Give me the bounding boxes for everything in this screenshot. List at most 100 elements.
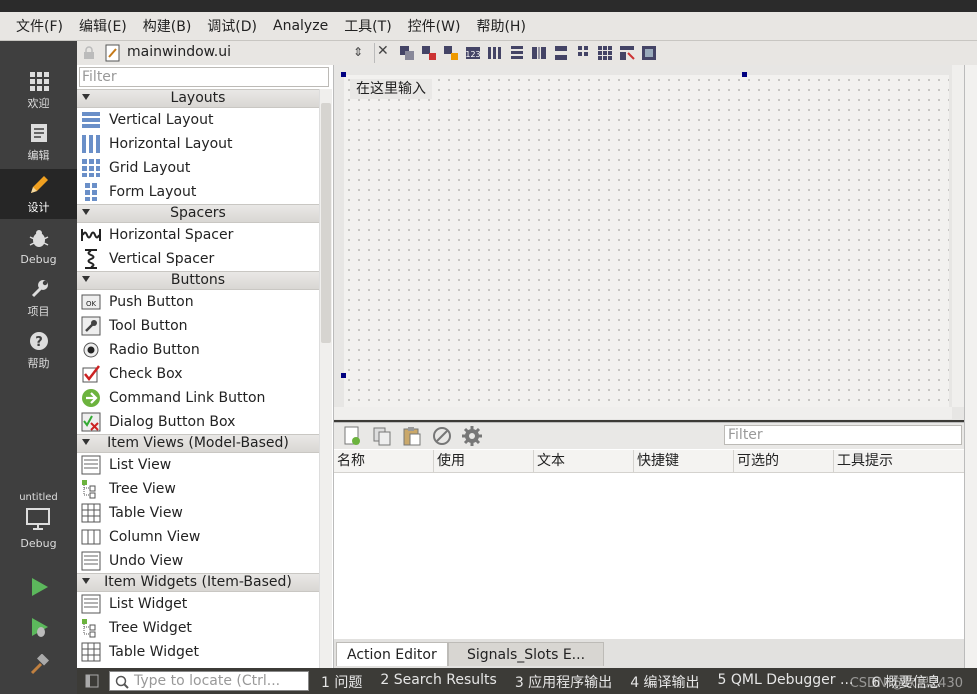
menu-widgets[interactable]: 控件(W) xyxy=(400,16,469,36)
mode-help[interactable]: ? 帮助 xyxy=(0,325,77,375)
widget-check-box[interactable]: Check Box xyxy=(77,362,319,386)
toolbar-separator xyxy=(374,43,375,63)
menu-tools[interactable]: 工具(T) xyxy=(336,16,399,36)
resize-handle[interactable] xyxy=(341,373,346,378)
settings-gear-icon[interactable] xyxy=(462,426,482,446)
widget-list-widget[interactable]: List Widget xyxy=(77,592,319,616)
file-title[interactable]: mainwindow.ui xyxy=(127,44,231,60)
delete-icon[interactable] xyxy=(432,426,452,446)
column-header[interactable]: 文本 xyxy=(534,450,634,472)
widget-vertical-layout[interactable]: Vertical Layout xyxy=(77,108,319,132)
edit-signals-slots-icon[interactable] xyxy=(421,45,437,61)
action-filter-input[interactable]: Filter xyxy=(724,425,962,445)
menu-help[interactable]: 帮助(H) xyxy=(468,16,533,36)
menu-debug[interactable]: 调试(D) xyxy=(199,16,265,36)
widget-horizontal-spacer[interactable]: Horizontal Spacer xyxy=(77,223,319,247)
menu-file[interactable]: 文件(F) xyxy=(0,16,71,36)
mode-projects[interactable]: 项目 xyxy=(0,273,77,323)
paste-icon[interactable] xyxy=(402,426,422,446)
menu-build[interactable]: 构建(B) xyxy=(135,16,200,36)
editor-file-bar: mainwindow.ui ⇕ ✕ 123 xyxy=(77,41,977,66)
widget-horizontal-layout[interactable]: Horizontal Layout xyxy=(77,132,319,156)
mode-design[interactable]: 设计 xyxy=(0,169,77,219)
widget-table-view[interactable]: Table View xyxy=(77,501,319,525)
help-icon: ? xyxy=(29,329,49,353)
mode-welcome[interactable]: 欢迎 xyxy=(0,65,77,115)
widget-dialog-button-box[interactable]: Dialog Button Box xyxy=(77,410,319,434)
adjust-size-icon[interactable] xyxy=(641,45,657,61)
category-layouts[interactable]: Layouts xyxy=(77,89,319,108)
output-tab-compile-output[interactable]: 4 编译输出 xyxy=(630,672,699,692)
category-spacers[interactable]: Spacers xyxy=(77,204,319,223)
copy-icon[interactable] xyxy=(372,426,392,446)
close-file-icon[interactable]: ✕ xyxy=(377,43,389,59)
widget-tree-widget[interactable]: Tree Widget xyxy=(77,616,319,640)
table-view-icon xyxy=(81,503,101,523)
output-tab-application-output[interactable]: 3 应用程序输出 xyxy=(515,672,612,692)
widget-table-widget[interactable]: Table Widget xyxy=(77,640,319,664)
canvas-vertical-scrollbar[interactable] xyxy=(952,65,964,407)
category-item-views[interactable]: Item Views (Model-Based) xyxy=(77,434,319,453)
kit-selector[interactable]: untitled Debug xyxy=(0,481,77,561)
check-box-icon xyxy=(81,364,101,384)
category-buttons[interactable]: Buttons xyxy=(77,271,319,290)
widget-undo-view[interactable]: Undo View xyxy=(77,549,319,573)
widget-tool-button[interactable]: Tool Button xyxy=(77,314,319,338)
widget-box-scrollbar[interactable] xyxy=(319,89,332,668)
scrollbar-thumb[interactable] xyxy=(321,103,331,343)
locator-placeholder: Type to locate (Ctrl... xyxy=(134,673,281,689)
edit-buddies-icon[interactable] xyxy=(443,45,459,61)
output-tab-issues[interactable]: 1 问题 xyxy=(321,672,362,692)
column-header[interactable]: 名称 xyxy=(334,450,434,472)
build-button[interactable] xyxy=(0,641,77,691)
edit-tab-order-icon[interactable]: 123 xyxy=(465,45,481,61)
widget-label: Grid Layout xyxy=(109,160,191,176)
resize-handle[interactable] xyxy=(742,72,747,77)
canvas-horizontal-scrollbar[interactable] xyxy=(334,407,952,419)
widget-radio-button[interactable]: Radio Button xyxy=(77,338,319,362)
column-header[interactable]: 快捷键 xyxy=(634,450,734,472)
new-action-icon[interactable] xyxy=(342,426,362,446)
toggle-sidebar-icon[interactable] xyxy=(85,674,99,692)
main-window-form[interactable]: 在这里输入 xyxy=(344,75,949,407)
window-title-strip xyxy=(0,0,977,12)
mode-debug[interactable]: Debug xyxy=(0,221,77,271)
column-header[interactable]: 使用 xyxy=(434,450,534,472)
layout-horizontal-icon[interactable] xyxy=(487,45,503,61)
tab-action-editor[interactable]: Action Editor xyxy=(336,642,448,666)
output-tab-qml-debugger[interactable]: 5 QML Debugger ... xyxy=(718,672,854,692)
edit-widgets-icon[interactable] xyxy=(399,45,415,61)
locator-input[interactable]: Type to locate (Ctrl... xyxy=(109,671,309,691)
file-dropdown-icon[interactable]: ⇕ xyxy=(353,45,363,59)
menu-type-here[interactable]: 在这里输入 xyxy=(350,79,432,99)
tab-signals-slots-editor[interactable]: Signals_Slots E... xyxy=(448,642,604,666)
layout-grid-icon[interactable] xyxy=(597,45,613,61)
category-item-widgets[interactable]: Item Widgets (Item-Based) xyxy=(77,573,319,592)
output-tab-search-results[interactable]: 2 Search Results xyxy=(380,672,496,692)
resize-handle[interactable] xyxy=(341,72,346,77)
widget-grid-layout[interactable]: Grid Layout xyxy=(77,156,319,180)
layout-v-splitter-icon[interactable] xyxy=(553,45,569,61)
widget-label: Command Link Button xyxy=(109,390,266,406)
widget-vertical-spacer[interactable]: Vertical Spacer xyxy=(77,247,319,271)
layout-form-icon[interactable] xyxy=(575,45,591,61)
widget-filter-input[interactable]: Filter xyxy=(79,67,329,87)
menu-analyze[interactable]: Analyze xyxy=(265,18,336,34)
layout-vertical-icon[interactable] xyxy=(509,45,525,61)
widget-push-button[interactable]: OK Push Button xyxy=(77,290,319,314)
column-header[interactable]: 工具提示 xyxy=(834,450,964,472)
break-layout-icon[interactable] xyxy=(619,45,635,61)
widget-command-link-button[interactable]: Command Link Button xyxy=(77,386,319,410)
widget-label: Form Layout xyxy=(109,184,197,200)
widget-list-view[interactable]: List View xyxy=(77,453,319,477)
column-header[interactable]: 可选的 xyxy=(734,450,834,472)
menu-edit[interactable]: 编辑(E) xyxy=(71,16,135,36)
widget-form-layout[interactable]: Form Layout xyxy=(77,180,319,204)
mode-debug-label: Debug xyxy=(20,252,57,266)
widget-column-view[interactable]: Column View xyxy=(77,525,319,549)
widget-tree-view[interactable]: Tree View xyxy=(77,477,319,501)
widget-box: Filter Layouts Vertical Layout Horizonta… xyxy=(77,65,334,668)
layout-h-splitter-icon[interactable] xyxy=(531,45,547,61)
category-label: Spacers xyxy=(170,205,226,221)
mode-edit[interactable]: 编辑 xyxy=(0,117,77,167)
